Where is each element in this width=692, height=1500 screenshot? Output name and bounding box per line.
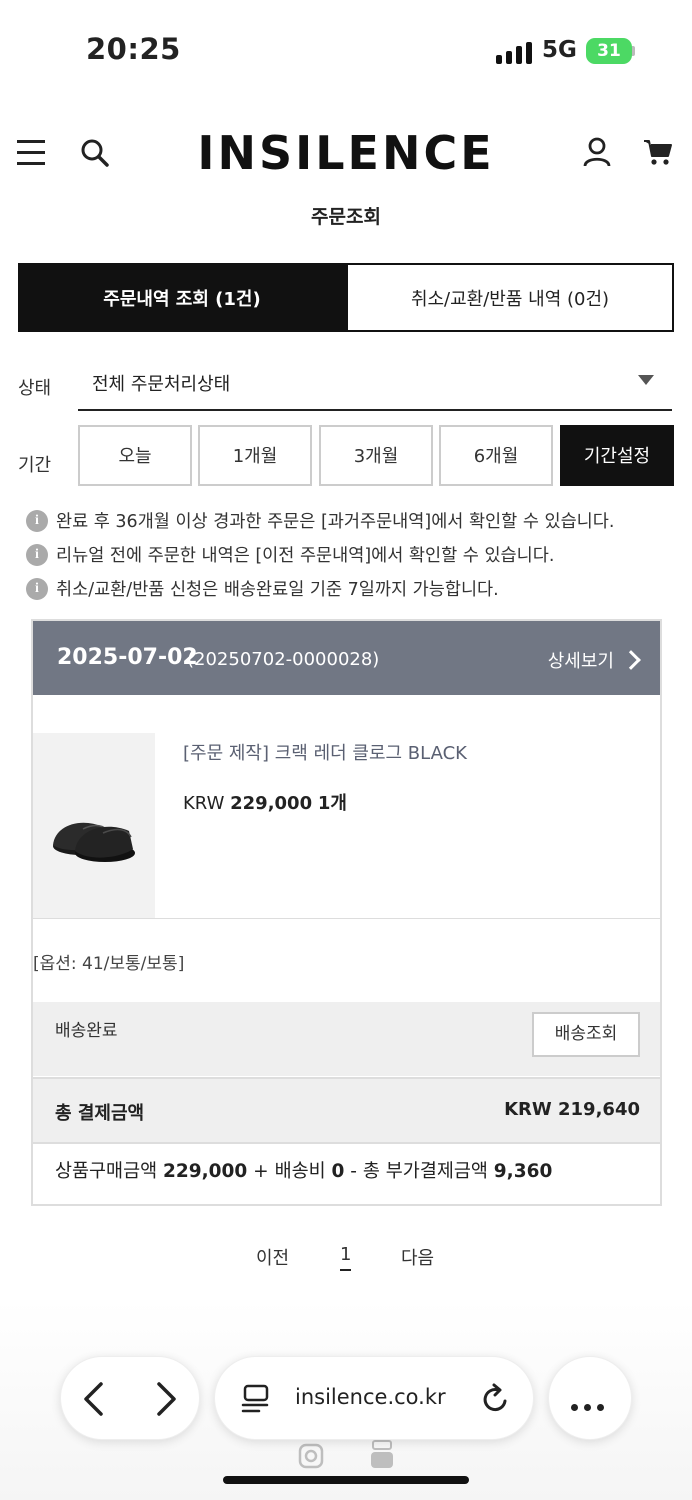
notice-text: 리뉴얼 전에 주문한 내역은 [이전 주문내역]에서 확인할 수 있습니다. xyxy=(56,546,555,566)
status-time: 20:25 xyxy=(86,32,181,66)
total-payment-row: 총 결제금액 KRW 219,640 xyxy=(33,1077,660,1144)
shopping-cart-icon[interactable] xyxy=(643,138,673,166)
product-price: KRW 229,000 1개 xyxy=(183,789,347,815)
period-6month-button[interactable]: 6개월 xyxy=(439,425,553,486)
info-icon: i xyxy=(26,577,48,600)
status-filter-label: 상태 xyxy=(18,378,52,399)
period-custom-button[interactable]: 기간설정 xyxy=(560,425,674,486)
order-card: 2025-07-02 (20250702-0000028) 상세보기 [주문 제… xyxy=(31,619,662,1206)
goods-amount-value: 229,000 xyxy=(163,1161,248,1182)
battery-level: 31 xyxy=(597,41,621,61)
shipping-fee-label: 배송비 xyxy=(274,1161,326,1182)
search-icon[interactable] xyxy=(80,138,110,168)
notice-text: 완료 후 36개월 이상 경과한 주문은 [과거주문내역]에서 확인할 수 있습… xyxy=(56,512,615,532)
price-value: 229,000 xyxy=(230,793,313,814)
order-date: 2025-07-02 xyxy=(57,645,198,670)
shipping-fee-value: 0 xyxy=(331,1161,345,1182)
track-shipment-button[interactable]: 배송조회 xyxy=(532,1012,640,1057)
order-number: (20250702-0000028) xyxy=(187,649,380,670)
pagination-next[interactable]: 다음 xyxy=(401,1244,434,1270)
divider xyxy=(33,918,660,919)
youtube-icon[interactable] xyxy=(370,1440,394,1474)
page-title: 주문조회 xyxy=(311,206,381,228)
notice-item: i 리뉴얼 전에 주문한 내역은 [이전 주문내역]에서 확인할 수 있습니다. xyxy=(26,542,554,567)
shipping-row: 배송완료 배송조회 xyxy=(33,1002,660,1076)
dropdown-caret-icon xyxy=(638,375,654,385)
minus-sign: - xyxy=(350,1161,357,1182)
order-detail-link[interactable]: 상세보기 xyxy=(547,647,641,673)
browser-address-bar[interactable]: insilence.co.kr xyxy=(214,1356,534,1440)
battery-tip xyxy=(632,46,635,56)
reload-icon[interactable] xyxy=(481,1383,511,1419)
order-detail-label: 상세보기 xyxy=(547,651,614,672)
browser-nav-pill xyxy=(60,1356,200,1440)
brand-logo[interactable]: INSILENCE xyxy=(180,127,512,179)
url-text: insilence.co.kr xyxy=(295,1385,446,1409)
notice-item: i 완료 후 36개월 이상 경과한 주문은 [과거주문내역]에서 확인할 수 … xyxy=(26,508,614,533)
battery-icon: 31 xyxy=(586,38,632,64)
tab-cancel-exchange-return[interactable]: 취소/교환/반품 내역 (0건) xyxy=(346,263,674,332)
chevron-right-icon xyxy=(621,650,641,670)
reader-mode-icon[interactable] xyxy=(241,1384,271,1418)
instagram-icon[interactable] xyxy=(298,1443,324,1473)
order-status-select[interactable]: 전체 주문처리상태 xyxy=(78,360,672,411)
notice-item: i 취소/교환/반품 신청은 배송완료일 기준 7일까지 가능합니다. xyxy=(26,576,499,601)
product-name-link[interactable]: [주문 제작] 크랙 레더 클로그 BLACK xyxy=(183,739,467,765)
pagination-prev[interactable]: 이전 xyxy=(256,1244,289,1270)
pagination-current-page[interactable]: 1 xyxy=(340,1244,352,1271)
total-payment-label: 총 결제금액 xyxy=(55,1103,145,1124)
quantity-value: 1개 xyxy=(317,793,347,814)
cellular-signal-icon xyxy=(496,40,534,64)
tab-order-history[interactable]: 주문내역 조회 (1건) xyxy=(18,263,346,332)
period-3month-button[interactable]: 3개월 xyxy=(319,425,433,486)
period-1month-button[interactable]: 1개월 xyxy=(198,425,312,486)
total-payment-value: KRW 219,640 xyxy=(504,1099,640,1120)
shipping-status: 배송완료 xyxy=(55,1021,118,1041)
order-card-header: 2025-07-02 (20250702-0000028) 상세보기 xyxy=(33,621,660,695)
product-image[interactable] xyxy=(33,733,155,918)
extra-payment-label: 총 부가결제금액 xyxy=(362,1161,488,1182)
extra-payment-value: 9,360 xyxy=(493,1161,553,1182)
more-dots-icon xyxy=(571,1396,610,1415)
notice-text: 취소/교환/반품 신청은 배송완료일 기준 7일까지 가능합니다. xyxy=(56,580,499,600)
period-today-button[interactable]: 오늘 xyxy=(78,425,192,486)
network-type: 5G xyxy=(542,37,577,63)
goods-amount-label: 상품구매금액 xyxy=(55,1161,158,1182)
product-option: [옵션: 41/보통/보통] xyxy=(33,954,185,974)
info-icon: i xyxy=(26,543,48,566)
hamburger-menu-icon[interactable] xyxy=(17,138,45,166)
order-status-value: 전체 주문처리상태 xyxy=(92,374,231,395)
browser-back-icon[interactable] xyxy=(81,1381,107,1421)
plus-sign: + xyxy=(253,1161,269,1182)
payment-breakdown: 상품구매금액 229,000 + 배송비 0 - 총 부가결제금액 9,360 xyxy=(55,1157,552,1183)
period-filter-label: 기간 xyxy=(18,455,52,476)
info-icon: i xyxy=(26,509,48,532)
browser-more-button[interactable] xyxy=(548,1356,632,1440)
home-indicator xyxy=(223,1476,469,1484)
browser-forward-icon[interactable] xyxy=(153,1381,179,1421)
user-account-icon[interactable] xyxy=(583,137,611,167)
price-currency: KRW xyxy=(183,793,225,814)
